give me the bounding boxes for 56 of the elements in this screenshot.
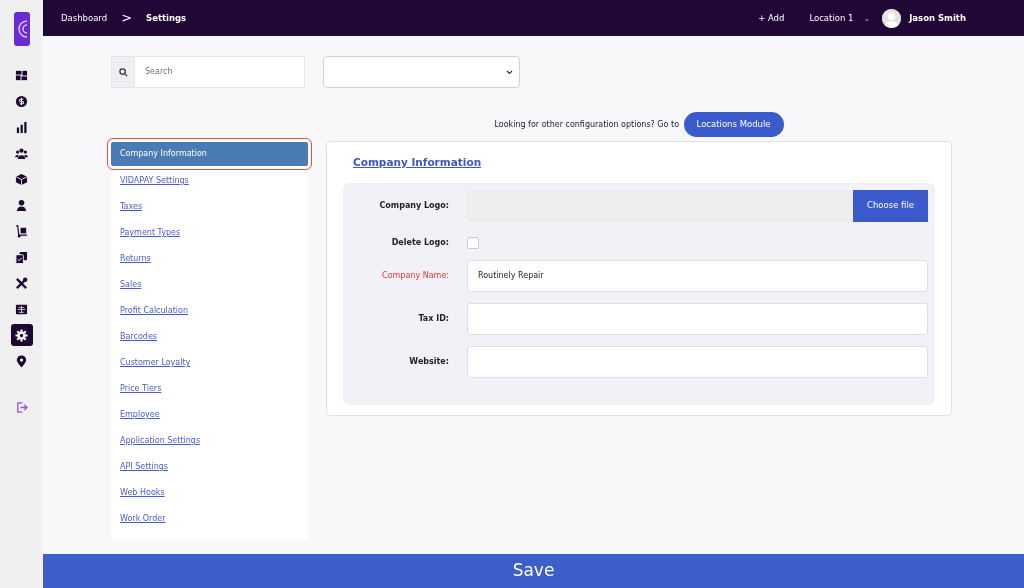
copy-check-icon (15, 250, 28, 264)
checkbox[interactable] (467, 236, 479, 249)
user-name[interactable]: Jason Smith (909, 11, 966, 25)
field-label: Company Logo: (378, 199, 449, 212)
settings-menu-item[interactable]: Work Order (111, 506, 308, 532)
settings-menu-item[interactable]: Price Tiers (111, 376, 308, 402)
person-icon (15, 198, 28, 212)
settings-menu-item[interactable]: Employee (111, 402, 308, 428)
caret-icon: ⌄ (863, 12, 871, 25)
app-logo[interactable] (13, 12, 30, 46)
section-title[interactable]: Company Information (353, 155, 482, 171)
tools-icon (15, 276, 28, 290)
notice-text: Looking for other configuration options? Go to (494, 118, 680, 131)
settings-menu-item[interactable]: Barcodes (111, 324, 308, 350)
settings-menu-item[interactable]: Web Hooks (111, 480, 308, 506)
settings-menu-item[interactable]: Profit Calculation (111, 298, 308, 324)
sidebar-nav-item[interactable] (10, 324, 33, 346)
breadcrumb-separator: > (121, 9, 133, 28)
box-icon (15, 172, 28, 186)
breadcrumb-link[interactable]: Dashboard (61, 11, 108, 25)
text-input[interactable] (467, 345, 928, 378)
location-dropdown[interactable]: Location 1 (809, 11, 854, 25)
settings-menu-item[interactable]: Sales (111, 272, 308, 298)
people-icon (15, 146, 28, 160)
settings-menu-item[interactable]: Taxes (111, 194, 308, 220)
settings-menu-item[interactable]: Payment Types (111, 220, 308, 246)
dashboard-icon (15, 68, 28, 82)
field-label: Website: (408, 355, 449, 368)
settings-icon (15, 328, 28, 342)
locations-module-button[interactable]: Locations Module (683, 112, 784, 137)
add-button[interactable]: + Add (758, 11, 785, 25)
user-avatar[interactable] (882, 8, 902, 28)
field-label: Company Name: (381, 269, 449, 282)
logout-icon (15, 400, 28, 414)
map-pin-icon (15, 354, 28, 368)
settings-menu-item[interactable]: Application Settings (111, 428, 308, 454)
choose-file-button[interactable]: Choose file (853, 189, 928, 222)
hand-truck-icon (15, 224, 28, 238)
cash-register-icon (15, 302, 28, 316)
dollar-icon (15, 94, 28, 108)
settings-menu-item[interactable]: Returns (111, 246, 308, 272)
text-input[interactable] (467, 302, 928, 335)
settings-menu-item[interactable]: Customer Loyalty (111, 350, 308, 376)
settings-menu-item[interactable]: API Settings (111, 454, 308, 480)
settings-menu-item[interactable]: VIDAPAY Settings (111, 168, 308, 194)
field-label: Tax ID: (417, 312, 449, 325)
search-button[interactable] (111, 56, 135, 88)
file-input[interactable]: Choose file (467, 189, 928, 222)
save-button[interactable]: Save (43, 554, 1024, 588)
bar-chart-icon (15, 120, 28, 134)
search-icon (118, 67, 128, 77)
search-field[interactable]: Search (135, 56, 305, 88)
chevron-down-icon (506, 69, 513, 75)
field-label: Delete Logo: (390, 236, 449, 249)
breadcrumb-link[interactable]: Settings (146, 11, 187, 25)
text-input[interactable]: Routinely Repair (467, 259, 928, 292)
